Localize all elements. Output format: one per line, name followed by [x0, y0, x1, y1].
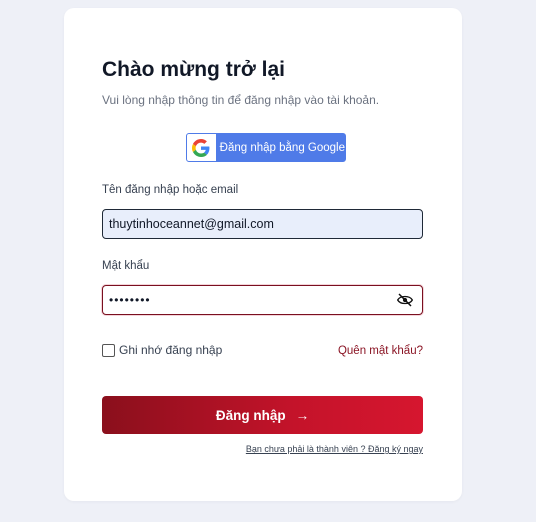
password-input[interactable]: ••••••••	[102, 285, 423, 315]
page-subtitle: Vui lòng nhập thông tin để đăng nhập vào…	[102, 93, 380, 107]
eye-slash-icon[interactable]	[397, 293, 413, 307]
remember-checkbox[interactable]	[102, 343, 115, 357]
username-input[interactable]: thuytinhoceannet@gmail.com	[102, 209, 423, 239]
google-login-button[interactable]: Đăng nhập bằng Google	[186, 133, 346, 162]
arrow-right-icon: →	[295, 407, 310, 423]
register-link[interactable]: Bạn chưa phải là thành viên ? Đăng ký ng…	[246, 444, 423, 454]
username-value: thuytinhoceannet@gmail.com	[109, 217, 274, 231]
login-card: Chào mừng trở lại Vui lòng nhập thông ti…	[64, 8, 462, 501]
password-label: Mật khẩu	[102, 260, 150, 272]
page-title: Chào mừng trở lại	[102, 58, 285, 81]
login-button[interactable]: Đăng nhập →	[102, 396, 423, 434]
password-value: ••••••••	[109, 293, 151, 307]
remember-label: Ghi nhớ đăng nhập	[119, 343, 223, 357]
forgot-password-link[interactable]: Quên mật khẩu?	[338, 345, 423, 357]
remember-me[interactable]: Ghi nhớ đăng nhập	[102, 343, 222, 357]
google-login-label: Đăng nhập bằng Google	[219, 141, 345, 154]
login-button-label: Đăng nhập	[215, 407, 286, 423]
google-g-icon	[192, 138, 210, 157]
username-label: Tên đăng nhập hoặc email	[102, 184, 239, 196]
google-logo-container	[187, 134, 216, 161]
